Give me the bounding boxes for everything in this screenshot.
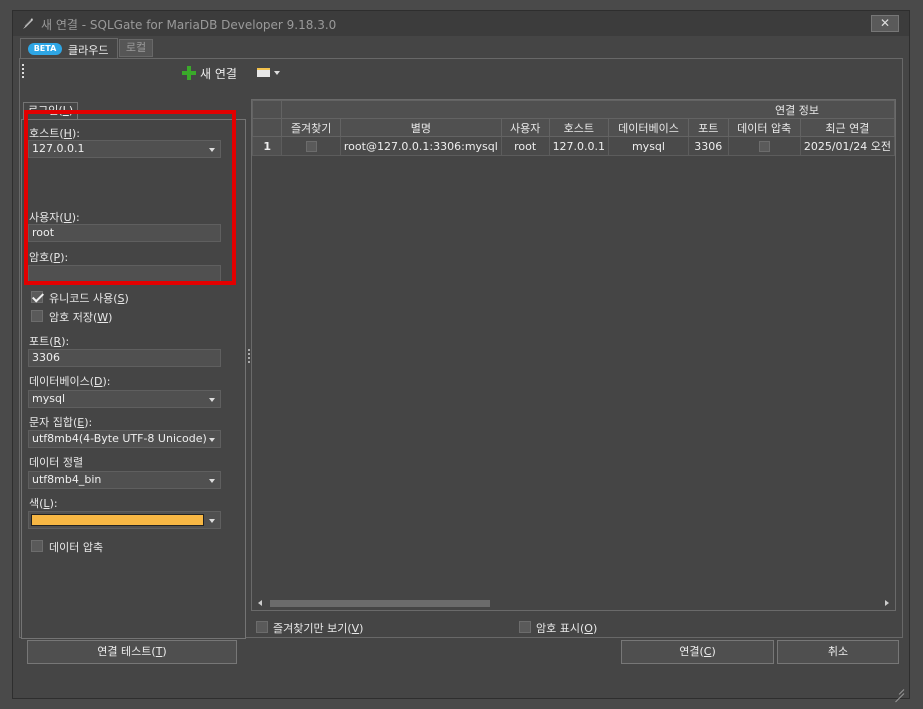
alias-cell[interactable]: root@127.0.0.1:3306:mysql [339, 136, 502, 156]
column-header[interactable]: 호스트 [548, 118, 610, 137]
chevron-down-icon[interactable] [209, 519, 215, 523]
chevron-down-icon[interactable] [209, 438, 215, 442]
close-button[interactable]: ✕ [871, 15, 899, 32]
save-password-checkbox[interactable] [31, 310, 43, 322]
column-header[interactable]: 즐겨찾기 [281, 118, 341, 137]
main-content: 새 연결 로그인(L) 호스트(H): 127.0.0.1 사용자(U): ro… [19, 58, 903, 639]
connect-button[interactable]: 연결(C) [621, 640, 774, 664]
new-connection-button[interactable]: 새 연결 [182, 65, 237, 81]
tab-local[interactable]: 로컬 [119, 39, 153, 57]
connection-grid: 연결 정보 즐겨찾기 별명 사용자 호스트 데이터베이스 포트 데이터 압축 최… [251, 99, 896, 611]
collation-label: 데이터 정렬 [29, 456, 84, 469]
compress-cell-checkbox[interactable] [758, 141, 770, 152]
column-header[interactable]: 데이터 압축 [727, 118, 801, 137]
unicode-checkbox[interactable] [31, 291, 43, 303]
window-title: 새 연결 - SQLGate for MariaDB Developer 9.1… [41, 18, 337, 32]
scroll-left-icon[interactable] [258, 600, 262, 606]
connection-dialog: 새 연결 - SQLGate for MariaDB Developer 9.1… [12, 10, 910, 699]
folder-icon [257, 68, 270, 77]
chevron-down-icon[interactable] [209, 148, 215, 152]
login-panel: 호스트(H): 127.0.0.1 사용자(U): root 암호(P): 유니… [21, 119, 246, 639]
tab-login[interactable]: 로그인(L) [23, 102, 78, 119]
new-connection-label: 새 연결 [200, 66, 237, 81]
connection-table: 연결 정보 즐겨찾기 별명 사용자 호스트 데이터베이스 포트 데이터 압축 최… [252, 100, 895, 156]
tab-cloud[interactable]: BETA 클라우드 [20, 38, 118, 58]
row-number: 1 [252, 136, 283, 156]
favorite-cell[interactable] [281, 136, 341, 156]
compress-label[interactable]: 데이터 압축 [49, 539, 103, 555]
user-label: 사용자(U): [29, 211, 80, 224]
row-header-corner [252, 118, 283, 137]
user-field[interactable]: root [28, 224, 221, 242]
host-cell[interactable]: 127.0.0.1 [548, 136, 610, 156]
database-cell[interactable]: mysql [608, 136, 689, 156]
group-header: 연결 정보 [281, 100, 895, 119]
collation-combo[interactable]: utf8mb4_bin [28, 471, 221, 489]
color-combo[interactable] [28, 511, 221, 529]
chevron-down-icon[interactable] [209, 398, 215, 402]
resize-grip-icon[interactable] [893, 682, 905, 694]
table-row[interactable]: 1 root@127.0.0.1:3306:mysql root 127.0.0… [252, 136, 895, 156]
cancel-button[interactable]: 취소 [777, 640, 899, 664]
host-label: 호스트(H): [29, 127, 80, 140]
plus-icon [182, 66, 196, 80]
title-bar: 새 연결 - SQLGate for MariaDB Developer 9.1… [13, 11, 909, 36]
host-combo[interactable]: 127.0.0.1 [28, 140, 221, 158]
column-header[interactable]: 포트 [687, 118, 729, 137]
tab-cloud-label: 클라우드 [68, 44, 109, 57]
color-label: 색(L): [29, 497, 58, 510]
row-header-corner [252, 100, 283, 119]
feather-icon [23, 18, 33, 29]
column-header[interactable]: 사용자 [500, 118, 550, 137]
column-header[interactable]: 최근 연결 [799, 118, 895, 137]
favorite-checkbox[interactable] [305, 141, 317, 152]
charset-label: 문자 집합(E): [29, 416, 93, 429]
user-cell[interactable]: root [500, 136, 550, 156]
compress-checkbox[interactable] [31, 540, 43, 552]
save-password-label[interactable]: 암호 저장(W) [49, 309, 112, 325]
charset-combo[interactable]: utf8mb4(4-Byte UTF-8 Unicode) [28, 430, 221, 448]
port-label: 포트(R): [29, 335, 70, 348]
database-combo[interactable]: mysql [28, 390, 221, 408]
compress-cell[interactable] [727, 136, 801, 156]
chevron-down-icon[interactable] [209, 479, 215, 483]
password-label: 암호(P): [29, 251, 69, 264]
column-header[interactable]: 별명 [339, 118, 502, 137]
show-password-checkbox[interactable] [519, 621, 531, 633]
password-field[interactable] [28, 265, 221, 283]
toolbar-grip[interactable] [22, 64, 25, 78]
favorites-only-checkbox[interactable] [256, 621, 268, 633]
scroll-thumb[interactable] [270, 600, 490, 607]
favorites-only-label[interactable]: 즐겨찾기만 보기(V) [273, 620, 363, 636]
show-password-label[interactable]: 암호 표시(O) [536, 620, 597, 636]
port-field[interactable]: 3306 [28, 349, 221, 367]
beta-badge: BETA [28, 43, 62, 55]
port-cell[interactable]: 3306 [687, 136, 729, 156]
last-connected-cell[interactable]: 2025/01/24 오전 [799, 136, 895, 156]
scroll-right-icon[interactable] [885, 600, 889, 606]
color-swatch [31, 514, 204, 526]
unicode-label[interactable]: 유니코드 사용(S) [49, 290, 129, 306]
database-label: 데이터베이스(D): [29, 375, 111, 388]
folder-menu-button[interactable] [257, 68, 280, 77]
horizontal-scrollbar[interactable] [252, 596, 895, 610]
chevron-down-icon [274, 70, 280, 75]
column-header[interactable]: 데이터베이스 [608, 118, 689, 137]
test-connection-button[interactable]: 연결 테스트(T) [27, 640, 237, 664]
